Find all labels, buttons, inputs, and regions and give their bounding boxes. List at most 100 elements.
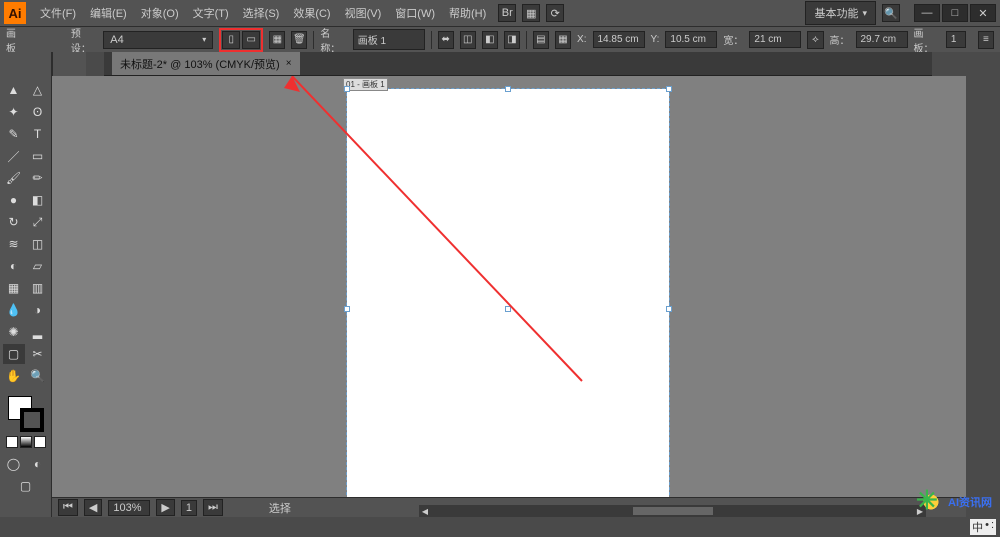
screen-mode-icon[interactable]: ▢ <box>15 476 37 496</box>
handle-center[interactable] <box>505 306 511 312</box>
reference-point-icon[interactable]: ▦ <box>555 31 571 49</box>
selection-tool[interactable]: ▲ <box>3 80 25 100</box>
handle-e[interactable] <box>666 306 672 312</box>
h-input[interactable]: 29.7 cm <box>856 31 908 48</box>
scale-tool[interactable]: ⤢ <box>27 212 49 232</box>
watermark-text: AI资讯网 <box>948 494 992 510</box>
window-close-button[interactable]: ✕ <box>970 4 996 22</box>
rectangle-tool[interactable]: ▭ <box>27 146 49 166</box>
zoom-select[interactable]: 103% <box>108 500 150 516</box>
pen-tool[interactable]: ✎ <box>3 124 25 144</box>
options-icon[interactable]: ▤ <box>533 31 549 49</box>
scroll-left-icon[interactable]: ◀ <box>419 507 431 516</box>
none-mode-icon[interactable] <box>34 436 46 448</box>
direct-selection-tool[interactable]: △ <box>27 80 49 100</box>
paintbrush-tool[interactable]: 🖌 <box>3 168 25 188</box>
slice-tool[interactable]: ✂ <box>27 344 49 364</box>
search-icon[interactable]: 🔍 <box>882 4 900 22</box>
artboard-nav-input[interactable]: 1 <box>181 500 197 516</box>
portrait-orientation-button[interactable]: ▯ <box>222 31 240 49</box>
name-label: 名称： <box>320 25 346 55</box>
prev-artboard-button[interactable]: ◀ <box>84 499 102 516</box>
magic-wand-tool[interactable]: ✦ <box>3 102 25 122</box>
next-artboard-button[interactable]: ▶ <box>156 499 174 516</box>
rotate-tool[interactable]: ↻ <box>3 212 25 232</box>
w-input[interactable]: 21 cm <box>749 31 801 48</box>
color-mode-icon[interactable] <box>6 436 18 448</box>
align-icon-2[interactable]: ◧ <box>482 31 498 49</box>
preset-label: 预设： <box>71 25 97 55</box>
h-label: 高： <box>830 32 850 47</box>
arrange-docs-icon[interactable]: ▦ <box>522 4 540 22</box>
menu-type[interactable]: 文字(T) <box>187 1 235 25</box>
app-logo: Ai <box>4 2 26 24</box>
type-tool[interactable]: T <box>27 124 49 144</box>
artboard[interactable]: 01 - 画板 1 <box>347 89 669 517</box>
mesh-tool[interactable]: ▦ <box>3 278 25 298</box>
doc-statusbar: ⏮ ◀ 103% ▶ 1 ⏭ 选择 ◀ ▶ <box>52 497 966 517</box>
menu-bar: Ai 文件(F) 编辑(E) 对象(O) 文字(T) 选择(S) 效果(C) 视… <box>0 0 1000 26</box>
line-tool[interactable]: ／ <box>3 146 25 166</box>
handle-ne[interactable] <box>666 86 672 92</box>
document-tabs: 未标题-2* @ 103% (CMYK/预览) × <box>104 52 932 76</box>
window-maximize-button[interactable]: □ <box>942 4 968 22</box>
panel-menu-icon[interactable]: ≡ <box>978 31 994 49</box>
shape-builder-tool[interactable]: ◐ <box>3 256 25 276</box>
x-input[interactable]: 14.85 cm <box>593 31 645 48</box>
gpu-icon[interactable]: ⟳ <box>546 4 564 22</box>
watermark: AI资讯网 <box>918 489 992 515</box>
graph-tool[interactable]: ▂ <box>27 322 49 342</box>
blob-brush-tool[interactable]: ● <box>3 190 25 210</box>
pencil-tool[interactable]: ✏ <box>27 168 49 188</box>
last-artboard-button[interactable]: ⏭ <box>203 499 223 516</box>
fill-stroke-swatch[interactable] <box>8 396 44 432</box>
menu-view[interactable]: 视图(V) <box>339 1 388 25</box>
width-tool[interactable]: ≋ <box>3 234 25 254</box>
zoom-tool[interactable]: 🔍 <box>27 366 49 386</box>
eraser-tool[interactable]: ◧ <box>27 190 49 210</box>
menu-object[interactable]: 对象(O) <box>135 1 185 25</box>
artboard-tool[interactable]: ▢ <box>3 344 25 364</box>
eyedropper-tool[interactable]: 💧 <box>3 300 25 320</box>
menu-window[interactable]: 窗口(W) <box>389 1 441 25</box>
hand-tool[interactable]: ✋ <box>3 366 25 386</box>
gradient-mode-icon[interactable] <box>20 436 32 448</box>
link-wh-icon[interactable]: ⟡ <box>807 31 823 49</box>
canvas[interactable]: 01 - 画板 1 ⏮ ◀ 103% ▶ 1 ⏭ 选择 ◀ ▶ <box>52 76 966 517</box>
menu-effect[interactable]: 效果(C) <box>287 1 336 25</box>
close-tab-icon[interactable]: × <box>286 58 292 69</box>
move-artwork-icon[interactable]: ⬌ <box>438 31 454 49</box>
perspective-tool[interactable]: ▱ <box>27 256 49 276</box>
preset-select[interactable]: A4 <box>103 31 213 49</box>
artboards-count-label: 画板： <box>914 25 940 55</box>
lasso-tool[interactable]: ʘ <box>27 102 49 122</box>
workspace-switcher[interactable]: 基本功能 <box>805 1 876 25</box>
gradient-tool[interactable]: ▥ <box>27 278 49 298</box>
landscape-orientation-button[interactable]: ▭ <box>242 31 260 49</box>
draw-normal-icon[interactable]: ◯ <box>3 454 25 474</box>
bridge-icon[interactable]: Br <box>498 4 516 22</box>
align-icon-1[interactable]: ◫ <box>460 31 476 49</box>
draw-behind-icon[interactable]: ◐ <box>27 454 49 474</box>
delete-artboard-button[interactable]: 🗑 <box>291 31 307 49</box>
blend-tool[interactable]: ◑ <box>27 300 49 320</box>
horizontal-scrollbar[interactable]: ◀ ▶ <box>419 505 926 517</box>
menu-select[interactable]: 选择(S) <box>237 1 286 25</box>
menu-file[interactable]: 文件(F) <box>34 1 82 25</box>
scroll-thumb[interactable] <box>633 507 713 515</box>
menu-edit[interactable]: 编辑(E) <box>84 1 133 25</box>
handle-w[interactable] <box>344 306 350 312</box>
new-artboard-button[interactable]: ▦ <box>269 31 285 49</box>
window-minimize-button[interactable]: — <box>914 4 940 22</box>
free-transform-tool[interactable]: ◫ <box>27 234 49 254</box>
y-input[interactable]: 10.5 cm <box>665 31 717 48</box>
menu-help[interactable]: 帮助(H) <box>443 1 492 25</box>
handle-nw[interactable] <box>344 86 350 92</box>
first-artboard-button[interactable]: ⏮ <box>58 499 78 516</box>
document-tab[interactable]: 未标题-2* @ 103% (CMYK/预览) × <box>112 52 300 75</box>
handle-n[interactable] <box>505 86 511 92</box>
symbol-sprayer-tool[interactable]: ✺ <box>3 322 25 342</box>
artboard-name-input[interactable]: 画板 1 <box>353 29 425 50</box>
align-icon-3[interactable]: ◨ <box>504 31 520 49</box>
stroke-color-swatch[interactable] <box>20 408 44 432</box>
